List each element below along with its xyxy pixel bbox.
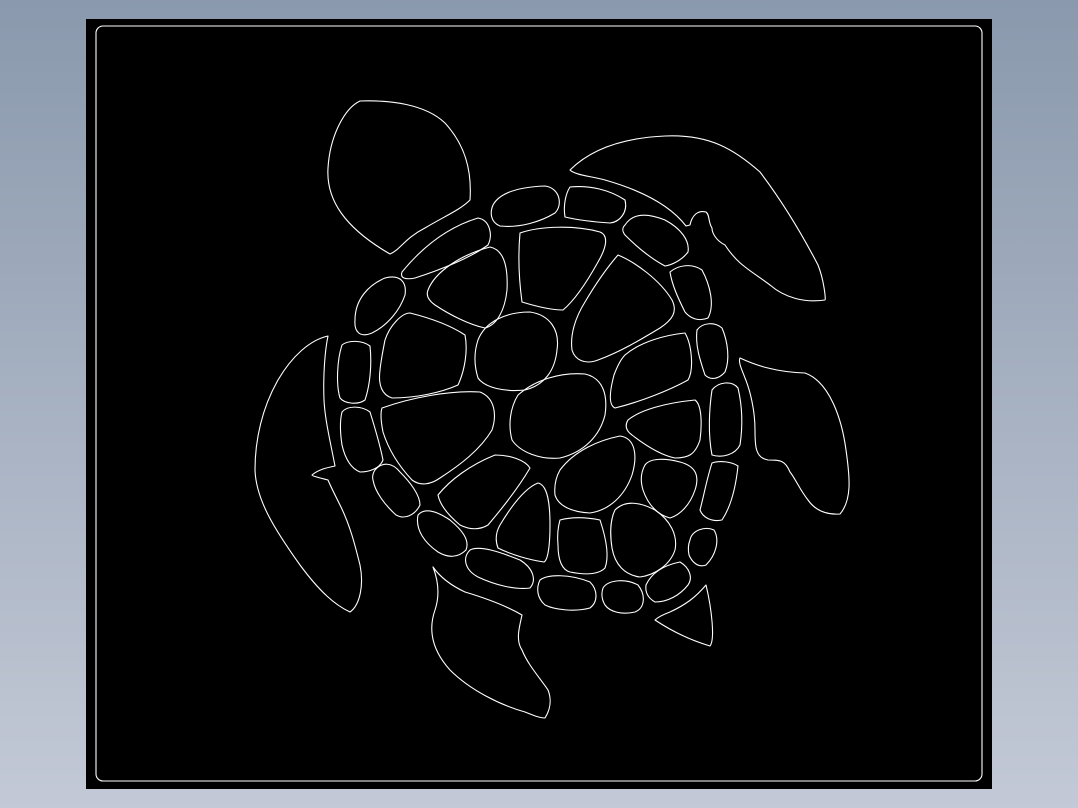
scute-marginal-10 <box>687 527 718 567</box>
scute-marginal-9 <box>699 461 739 522</box>
scute-marginal-6 <box>669 265 712 321</box>
scute-inner-14 <box>557 517 608 575</box>
scute-marginal-16 <box>372 463 421 518</box>
scute-inner-4 <box>378 312 467 399</box>
rear-left-flipper <box>254 335 363 613</box>
scute-inner-13 <box>495 482 551 563</box>
scute-inner-11 <box>554 435 636 514</box>
scute-marginal-7 <box>696 323 729 379</box>
scute-inner-12 <box>640 458 698 519</box>
scute-inner-9 <box>625 399 702 459</box>
rear-bottom-flipper <box>431 566 551 719</box>
scute-marginal-1 <box>354 276 406 336</box>
tail <box>654 584 714 647</box>
scute-marginal-17 <box>339 406 384 473</box>
scute-marginal-14 <box>465 547 534 589</box>
scute-inner-3 <box>571 254 675 363</box>
scute-marginal-12 <box>601 580 644 614</box>
scute-marginal-4 <box>563 186 627 224</box>
rear-right-flipper <box>738 357 850 515</box>
drawing-border-frame <box>95 25 983 782</box>
cad-viewport[interactable] <box>86 19 992 789</box>
scute-marginal-8 <box>708 382 743 457</box>
scute-inner-2 <box>518 226 607 311</box>
scute-inner-6 <box>609 332 693 409</box>
scute-marginal-15 <box>416 510 468 557</box>
scute-marginal-3 <box>490 185 560 227</box>
scute-marginal-11 <box>645 561 691 603</box>
turtle-drawing[interactable] <box>86 19 992 789</box>
scute-marginal-18 <box>337 340 372 404</box>
scute-marginal-5 <box>622 214 689 267</box>
scute-inner-1 <box>426 246 508 329</box>
front-right-flipper <box>569 135 826 302</box>
scute-marginal-13 <box>537 575 597 611</box>
scute-inner-10 <box>437 454 531 530</box>
scute-marginal-2 <box>401 217 491 280</box>
